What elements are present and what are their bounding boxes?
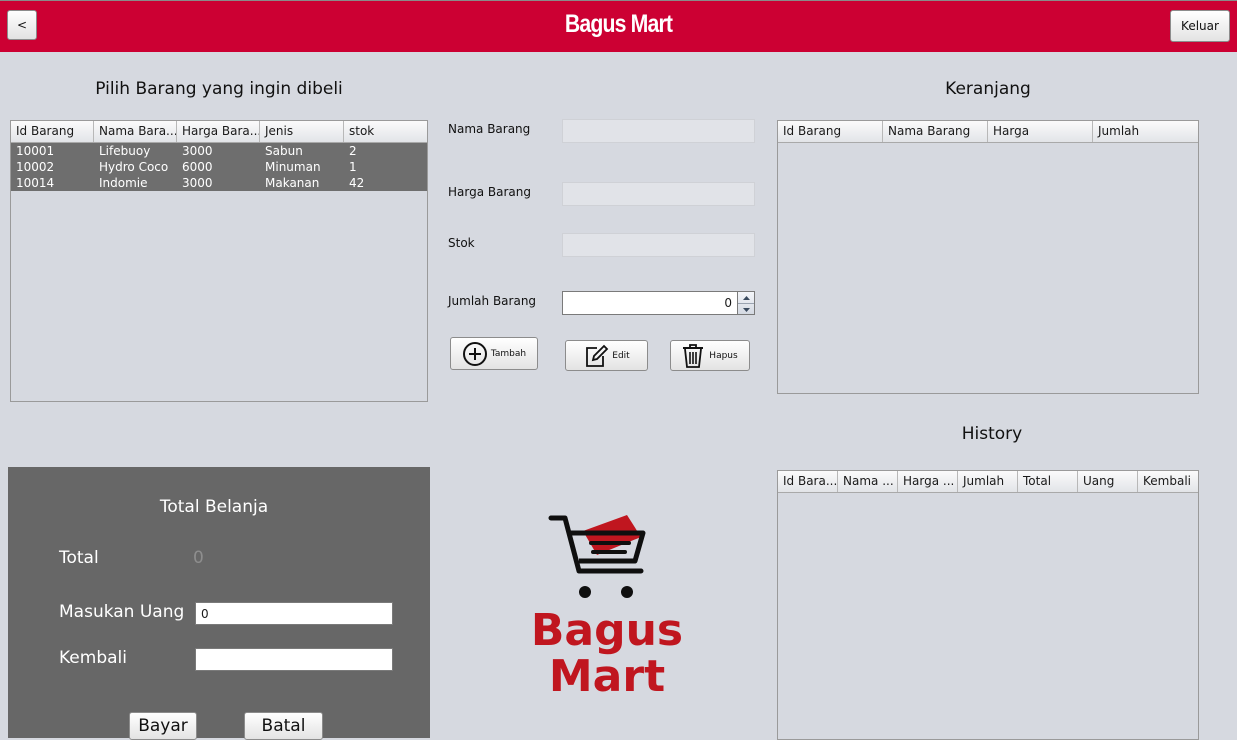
table-row[interactable]: 10014 Indomie 3000 Makanan 42 [11, 175, 427, 191]
table-cell: Lifebuoy [99, 144, 151, 158]
plus-circle-icon [462, 341, 487, 366]
table-cell: Sabun [265, 144, 303, 158]
harga-barang-label: Harga Barang [448, 185, 531, 199]
back-button[interactable]: < [7, 10, 37, 40]
kembali-label: Kembali [59, 648, 127, 668]
stok-field [562, 233, 755, 257]
products-title: Pilih Barang yang ingin dibeli [95, 79, 343, 99]
trash-icon [683, 343, 704, 368]
column-header[interactable]: Nama Barang [883, 121, 988, 142]
table-cell: Minuman [265, 160, 321, 174]
total-value: 0 [193, 548, 204, 568]
hapus-button[interactable]: Hapus [670, 340, 750, 371]
total-belanja-title: Total Belanja [159, 497, 269, 517]
table-cell: 10002 [16, 160, 55, 174]
history-table[interactable]: Id Bara... Nama ... Harga ... Jumlah Tot… [777, 470, 1199, 740]
jumlah-barang-spinner[interactable]: 0 [562, 291, 738, 315]
column-header[interactable]: Harga ... [898, 471, 958, 492]
column-header[interactable]: Id Barang [11, 121, 94, 142]
logo-text-line1: Bagus [530, 605, 684, 656]
column-header[interactable]: Id Bara... [778, 471, 838, 492]
table-cell: 3000 [182, 144, 213, 158]
shopping-cart-icon [548, 515, 646, 598]
products-table[interactable]: Id Barang Nama Bara... Harga Bara... Jen… [10, 120, 428, 402]
table-cell: Indomie [99, 176, 148, 190]
column-header[interactable]: Nama Bara... [94, 121, 177, 142]
column-header[interactable]: Jenis [260, 121, 344, 142]
app-title: Bagus Mart [564, 10, 673, 38]
harga-barang-field [562, 182, 755, 206]
masukan-uang-input[interactable]: 0 [195, 602, 393, 625]
table-cell: 1 [349, 160, 357, 174]
stok-label: Stok [448, 236, 475, 250]
kembali-field[interactable] [195, 648, 393, 671]
column-header[interactable]: Kembali [1138, 471, 1198, 492]
column-header[interactable]: Harga Bara... [177, 121, 260, 142]
spinner-down-icon[interactable] [738, 304, 754, 315]
column-header[interactable]: Id Barang [778, 121, 883, 142]
table-cell: Makanan [265, 176, 320, 190]
spinner-buttons [737, 291, 755, 315]
history-title: History [961, 424, 1023, 444]
column-header[interactable]: Nama ... [838, 471, 898, 492]
table-cell: 10014 [16, 176, 55, 190]
cart-table-header: Id Barang Nama Barang Harga Jumlah [778, 121, 1198, 143]
column-header[interactable]: Jumlah [958, 471, 1018, 492]
tambah-button[interactable]: Tambah [450, 337, 538, 370]
total-label: Total [59, 548, 99, 568]
spinner-up-icon[interactable] [738, 292, 754, 304]
nama-barang-label: Nama Barang [448, 122, 531, 136]
products-table-header: Id Barang Nama Bara... Harga Bara... Jen… [11, 121, 427, 143]
batal-button[interactable]: Batal [244, 712, 323, 740]
edit-icon [586, 344, 609, 367]
logo-text-line2: Mart [548, 651, 666, 702]
column-header[interactable]: Total [1018, 471, 1078, 492]
table-cell: 10001 [16, 144, 55, 158]
tambah-label: Tambah [490, 348, 527, 359]
table-cell: 2 [349, 144, 357, 158]
history-table-header: Id Bara... Nama ... Harga ... Jumlah Tot… [778, 471, 1198, 493]
bayar-button[interactable]: Bayar [129, 712, 197, 740]
column-header[interactable]: Uang [1078, 471, 1138, 492]
exit-button[interactable]: Keluar [1170, 10, 1230, 42]
nama-barang-field [562, 119, 755, 143]
cart-title: Keranjang [945, 79, 1031, 99]
hapus-label: Hapus [709, 350, 738, 361]
table-cell: Hydro Coco [99, 160, 169, 174]
edit-label: Edit [612, 350, 630, 361]
masukan-uang-label: Masukan Uang [59, 602, 185, 622]
table-row[interactable]: 10002 Hydro Coco 6000 Minuman 1 [11, 159, 427, 175]
table-cell: 3000 [182, 176, 213, 190]
column-header[interactable]: stok [344, 121, 427, 142]
edit-button[interactable]: Edit [565, 340, 648, 371]
table-cell: 6000 [182, 160, 213, 174]
jumlah-barang-label: Jumlah Barang [448, 294, 537, 308]
cart-table[interactable]: Id Barang Nama Barang Harga Jumlah [777, 120, 1199, 394]
table-cell: 42 [349, 176, 365, 190]
column-header[interactable]: Jumlah [1093, 121, 1198, 142]
column-header[interactable]: Harga [988, 121, 1093, 142]
table-row[interactable]: 10001 Lifebuoy 3000 Sabun 2 [11, 143, 427, 159]
